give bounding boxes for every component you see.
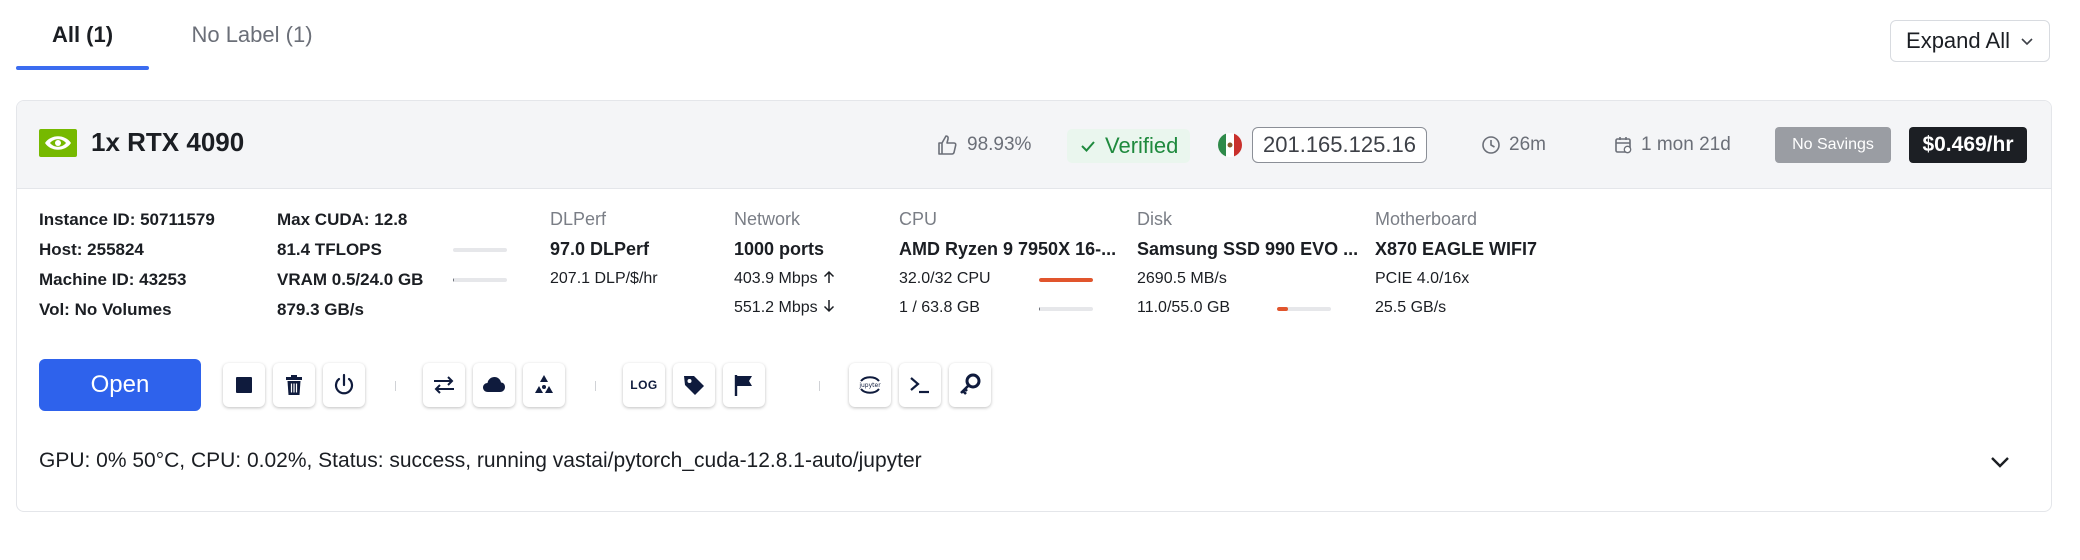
recycle-icon bbox=[535, 375, 553, 393]
trash-icon bbox=[286, 375, 302, 395]
dlperf-label: DLPerf bbox=[550, 209, 607, 229]
instance-actions: Open LOG jupyter bbox=[17, 359, 2051, 413]
arrow-up-icon bbox=[823, 270, 834, 283]
max-cuda: Max CUDA: 12.8 bbox=[277, 210, 408, 229]
gpu-title: 1x RTX 4090 bbox=[91, 127, 245, 157]
tab-bar: All (1) No Label (1) bbox=[16, 0, 347, 70]
flag-icon bbox=[734, 375, 752, 396]
key-icon bbox=[960, 373, 981, 395]
upload-speed: 403.9 Mbps bbox=[734, 270, 836, 288]
cpu-bar bbox=[1039, 278, 1093, 282]
chevron-down-icon bbox=[1991, 457, 2009, 468]
check-icon bbox=[1081, 141, 1095, 152]
divider bbox=[819, 381, 820, 391]
jupyter-button[interactable]: jupyter bbox=[849, 363, 891, 407]
divider bbox=[595, 381, 596, 391]
country-flag bbox=[1217, 101, 1243, 189]
clock-icon bbox=[1482, 136, 1500, 154]
jupyter-label: jupyter bbox=[858, 382, 881, 389]
jupyter-icon: jupyter bbox=[858, 376, 881, 394]
volume-info: Vol: No Volumes bbox=[39, 300, 172, 319]
power-icon bbox=[334, 373, 354, 395]
cpu-label: CPU bbox=[899, 209, 938, 229]
transfer-button[interactable] bbox=[423, 363, 465, 407]
thumbs-up-icon bbox=[938, 135, 957, 155]
dlperf-value: 97.0 DLPerf bbox=[550, 239, 650, 259]
instance-id: Instance ID: 50711579 bbox=[39, 210, 215, 229]
disk-name: Samsung SSD 990 EVO ... bbox=[1137, 239, 1359, 259]
ram-bar bbox=[1039, 307, 1093, 311]
instance-card: 1x RTX 4090 98.93% Verified 201.165.125.… bbox=[16, 100, 2052, 512]
cloud-sync-button[interactable] bbox=[473, 363, 515, 407]
report-button[interactable] bbox=[723, 363, 765, 407]
instance-age: 26m bbox=[1481, 101, 1546, 189]
upload-value: 403.9 Mbps bbox=[734, 270, 818, 287]
pcie-info: PCIE 4.0/16x bbox=[1375, 270, 1470, 287]
machine-id: Machine ID: 43253 bbox=[39, 270, 187, 289]
vram: VRAM 0.5/24.0 GB bbox=[277, 270, 424, 289]
cpu-cores: 32.0/32 CPU bbox=[899, 270, 991, 287]
label-button[interactable] bbox=[673, 363, 715, 407]
delete-button[interactable] bbox=[273, 363, 315, 407]
duration-value: 1 mon 21d bbox=[1641, 134, 1731, 155]
arrow-down-icon bbox=[823, 300, 834, 313]
chevron-down-icon bbox=[2021, 38, 2033, 46]
pcie-bandwidth: 25.5 GB/s bbox=[1375, 299, 1447, 316]
verified-badge: Verified bbox=[1067, 129, 1191, 163]
terminal-icon bbox=[910, 377, 929, 394]
tflops: 81.4 TFLOPS bbox=[277, 240, 382, 259]
expand-all-label: Expand All bbox=[1906, 28, 2010, 53]
instance-header: 1x RTX 4090 98.93% Verified 201.165.125.… bbox=[17, 101, 2051, 189]
terminal-button[interactable] bbox=[899, 363, 941, 407]
gpu-bandwidth: 879.3 GB/s bbox=[277, 300, 364, 319]
verified-label: Verified bbox=[1105, 133, 1179, 158]
rental-duration: 1 mon 21d bbox=[1613, 101, 1731, 189]
recycle-button[interactable] bbox=[523, 363, 565, 407]
expand-all-button[interactable]: Expand All bbox=[1890, 20, 2050, 62]
tab-no-label[interactable]: No Label (1) bbox=[157, 0, 347, 70]
ssh-key-button[interactable] bbox=[949, 363, 991, 407]
logs-button[interactable]: LOG bbox=[623, 363, 665, 407]
divider bbox=[395, 381, 396, 391]
host-id: Host: 255824 bbox=[39, 240, 144, 259]
nvidia-logo-icon bbox=[39, 129, 77, 157]
savings-badge[interactable]: No Savings bbox=[1775, 127, 1891, 163]
swap-arrows-icon bbox=[434, 376, 454, 394]
motherboard-name: X870 EAGLE WIFI7 bbox=[1375, 239, 1538, 259]
network-label: Network bbox=[734, 209, 801, 229]
instance-stats: Instance ID: 50711579 Host: 255824 Machi… bbox=[17, 189, 2051, 329]
ip-address[interactable]: 201.165.125.16 bbox=[1252, 127, 1427, 163]
open-button[interactable]: Open bbox=[39, 359, 201, 411]
age-value: 26m bbox=[1509, 134, 1546, 155]
log-label: LOG bbox=[630, 378, 658, 392]
disk-usage: 11.0/55.0 GB bbox=[1137, 299, 1231, 316]
download-speed: 551.2 Mbps bbox=[734, 299, 836, 317]
rating-value: 98.93% bbox=[967, 134, 1032, 155]
tab-all[interactable]: All (1) bbox=[16, 0, 149, 70]
cpu-ram: 1 / 63.8 GB bbox=[899, 299, 980, 316]
stop-icon bbox=[236, 377, 252, 393]
price-badge: $0.469/hr bbox=[1909, 127, 2027, 163]
collapse-button[interactable] bbox=[1985, 447, 2015, 477]
dlp-per-dollar: 207.1 DLP/$/hr bbox=[550, 270, 658, 287]
rating: 98.93% bbox=[935, 101, 1031, 189]
cloud-icon bbox=[483, 377, 505, 392]
stop-button[interactable] bbox=[223, 363, 265, 407]
network-ports: 1000 ports bbox=[734, 239, 825, 259]
calendar-icon bbox=[1615, 137, 1632, 154]
disk-speed: 2690.5 MB/s bbox=[1137, 270, 1227, 287]
restart-button[interactable] bbox=[323, 363, 365, 407]
vram-bar bbox=[453, 278, 507, 282]
disk-label: Disk bbox=[1137, 209, 1172, 229]
instance-status-text: GPU: 0% 50°C, CPU: 0.02%, Status: succes… bbox=[39, 449, 922, 472]
disk-bar bbox=[1277, 307, 1331, 311]
tag-icon bbox=[684, 376, 704, 395]
tflops-bar bbox=[453, 248, 507, 252]
cpu-name: AMD Ryzen 9 7950X 16-... bbox=[899, 239, 1117, 259]
motherboard-label: Motherboard bbox=[1375, 209, 1478, 229]
mexico-flag-icon bbox=[1218, 133, 1242, 157]
download-value: 551.2 Mbps bbox=[734, 299, 818, 316]
